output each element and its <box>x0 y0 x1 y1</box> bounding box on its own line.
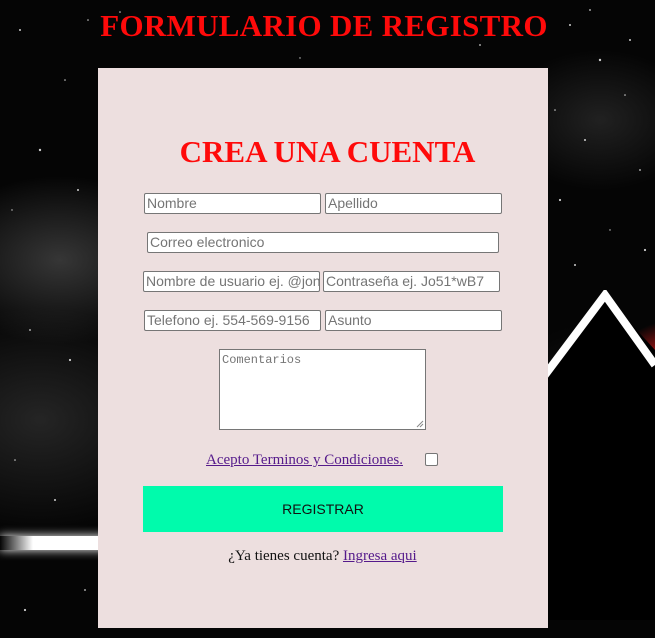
phone-input[interactable]: Telefono ej. 554-569-9156 <box>144 310 321 331</box>
terms-link[interactable]: Acepto Terminos y Condiciones. <box>206 452 403 469</box>
register-button[interactable]: REGISTRAR <box>143 486 503 532</box>
resize-handle-icon[interactable] <box>416 420 424 428</box>
form-heading: CREA UNA CUENTA <box>179 134 476 169</box>
nombre-input[interactable]: Nombre <box>144 193 321 214</box>
terms-checkbox[interactable] <box>425 453 438 466</box>
comments-textarea[interactable]: Comentarios <box>219 349 426 430</box>
page-title: FORMULARIO DE REGISTRO <box>100 8 548 43</box>
username-input[interactable]: Nombre de usuario ej. @jonh <box>143 271 320 292</box>
login-prompt: ¿Ya tienes cuenta? <box>228 548 340 564</box>
password-input[interactable]: Contraseña ej. Jo51*wB7 <box>323 271 500 292</box>
apellido-input[interactable]: Apellido <box>325 193 502 214</box>
subject-input[interactable]: Asunto <box>325 310 502 331</box>
email-input[interactable]: Correo electronico <box>147 232 499 253</box>
comments-placeholder: Comentarios <box>222 353 302 367</box>
login-link[interactable]: Ingresa aqui <box>343 548 417 564</box>
login-prompt-line: ¿Ya tienes cuenta? Ingresa aqui <box>0 548 645 565</box>
